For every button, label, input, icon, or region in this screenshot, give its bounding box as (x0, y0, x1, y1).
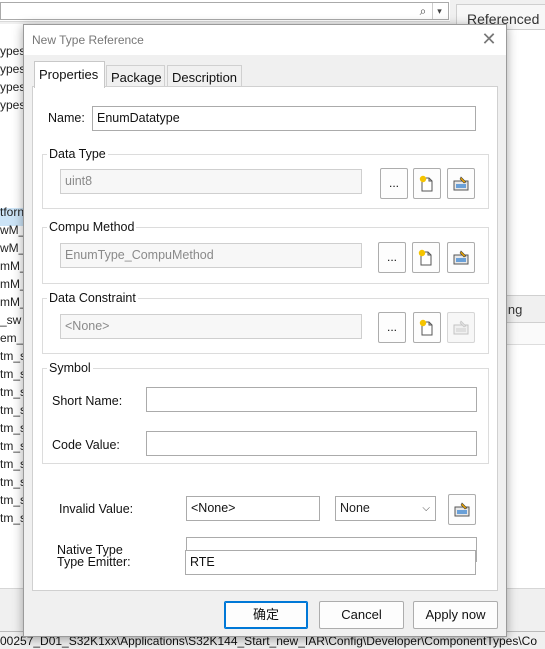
data-constraint-new-button[interactable] (413, 312, 441, 343)
tree-item[interactable]: ypes (0, 78, 25, 96)
symbol-group: Symbol Short Name: Code Value: (42, 361, 489, 464)
invalid-value-select-text: None (340, 501, 370, 515)
tree-item[interactable]: ypes (0, 60, 25, 78)
compu-method-group: Compu Method EnumType_CompuMethod ... (42, 220, 489, 284)
data-type-input: uint8 (60, 169, 362, 194)
compu-method-input: EnumType_CompuMethod (60, 243, 362, 268)
new-document-icon (418, 249, 432, 266)
search-icon[interactable]: ⌕ (415, 3, 431, 19)
ok-button[interactable]: 确定 (224, 601, 308, 629)
edit-properties-icon (454, 502, 470, 517)
tree-item[interactable]: wM_ (0, 221, 25, 239)
code-value-input[interactable] (146, 431, 477, 456)
tree-item[interactable]: ypes (0, 42, 25, 60)
compu-method-browse-button[interactable]: ... (378, 242, 406, 273)
type-emitter-label: Type Emitter: (57, 555, 131, 569)
compu-method-edit-button[interactable] (447, 242, 475, 273)
data-constraint-title: Data Constraint (47, 291, 138, 305)
close-icon[interactable]: ✕ (480, 30, 498, 48)
tree-item[interactable]: tforn (0, 203, 24, 221)
tree-item[interactable]: ypes (0, 96, 25, 114)
tab-description[interactable]: Description (167, 65, 242, 87)
chevron-down-icon: ⌵ (422, 503, 430, 514)
edit-properties-icon (453, 250, 469, 265)
dialog-title: New Type Reference (32, 33, 144, 47)
code-value-label: Code Value: (52, 438, 120, 452)
data-constraint-input: <None> (60, 314, 362, 339)
background-search-input[interactable]: ⌕ ▾ (0, 2, 449, 20)
dialog-titlebar: New Type Reference ✕ (24, 25, 506, 55)
data-constraint-group: Data Constraint <None> ... (42, 291, 489, 354)
data-type-new-button[interactable] (413, 168, 441, 199)
short-name-label: Short Name: (52, 394, 123, 408)
tree-item[interactable]: _sw (0, 311, 21, 329)
new-document-icon (419, 319, 433, 336)
new-type-reference-dialog: New Type Reference ✕ Properties Package … (23, 24, 507, 637)
cancel-button[interactable]: Cancel (319, 601, 404, 629)
type-emitter-input[interactable]: RTE (185, 550, 476, 575)
tab-properties[interactable]: Properties (34, 61, 105, 88)
background-right-panel-header (506, 323, 545, 345)
apply-now-button[interactable]: Apply now (413, 601, 498, 629)
compu-method-new-button[interactable] (412, 242, 440, 273)
search-dropdown-icon[interactable]: ▾ (432, 3, 446, 19)
name-input[interactable]: EnumDatatype (92, 106, 476, 131)
data-type-edit-button[interactable] (447, 168, 475, 199)
invalid-value-edit-button[interactable] (448, 494, 476, 525)
name-label: Name: (48, 111, 85, 125)
edit-properties-icon (453, 320, 469, 335)
edit-properties-icon (453, 176, 469, 191)
tree-item[interactable]: wM_ (0, 239, 25, 257)
data-constraint-edit-button (447, 312, 475, 343)
data-type-title: Data Type (47, 147, 108, 161)
new-document-icon (419, 175, 433, 192)
invalid-value-input[interactable]: <None> (186, 496, 320, 521)
short-name-input[interactable] (146, 387, 477, 412)
data-type-group: Data Type uint8 ... (42, 147, 489, 209)
invalid-value-label: Invalid Value: (59, 502, 134, 516)
tab-package[interactable]: Package (106, 65, 165, 87)
data-type-browse-button[interactable]: ... (380, 168, 408, 199)
properties-page: Name: EnumDatatype Data Type uint8 ... C… (32, 86, 498, 591)
background-toolbar: ⌕ ▾ (0, 0, 450, 22)
compu-method-title: Compu Method (47, 220, 137, 234)
symbol-title: Symbol (47, 361, 93, 375)
data-constraint-browse-button[interactable]: ... (378, 312, 406, 343)
invalid-value-select[interactable]: None ⌵ (335, 496, 436, 521)
